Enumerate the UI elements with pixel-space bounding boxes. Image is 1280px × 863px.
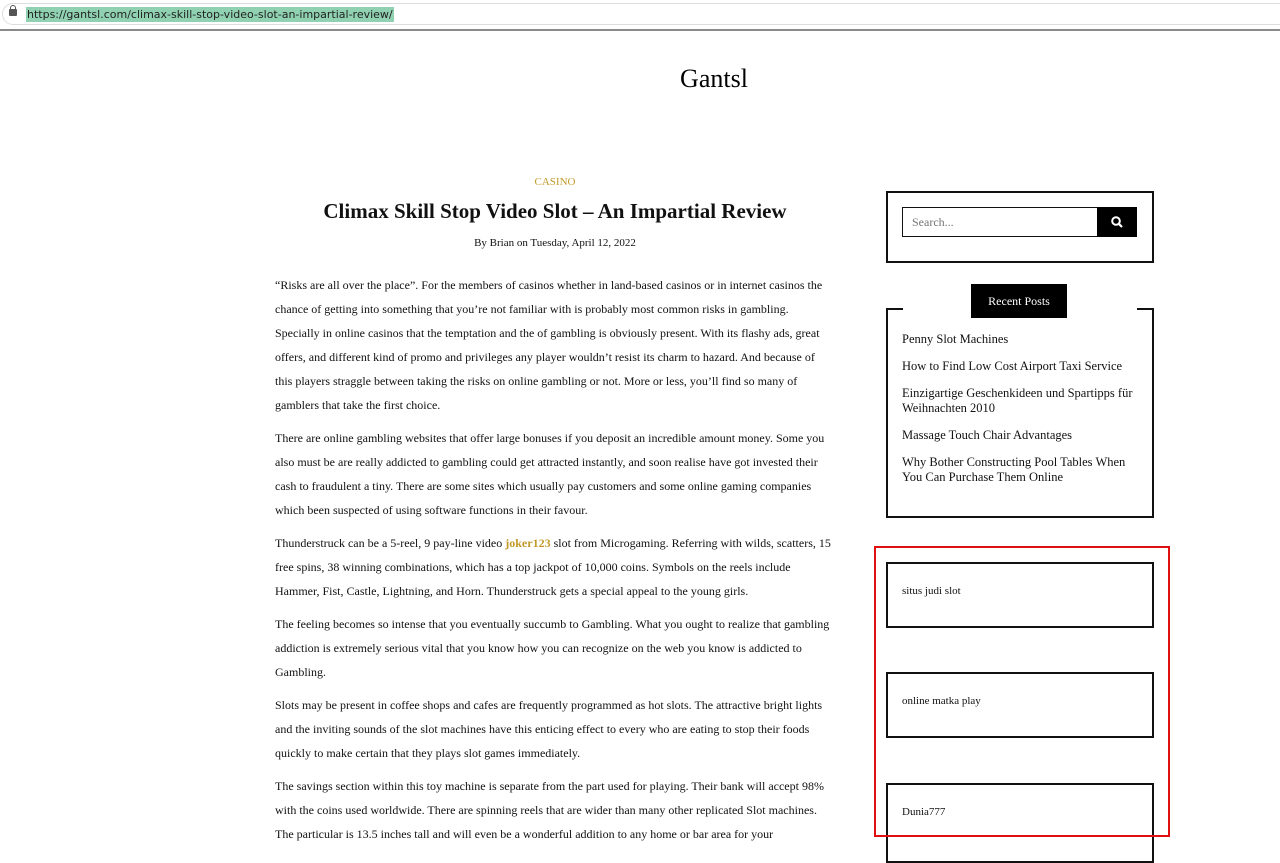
- recent-post-link[interactable]: Einzigartige Geschenkideen und Spartipps…: [902, 386, 1138, 416]
- recent-posts-heading: Recent Posts: [971, 284, 1067, 318]
- paragraph: Slots may be present in coffee shops and…: [275, 698, 823, 760]
- post-category[interactable]: Casino: [275, 176, 835, 188]
- text: Thunderstruck can be a 5-reel, 9 pay-lin…: [275, 536, 506, 550]
- recent-post-link[interactable]: Why Bother Constructing Pool Tables When…: [902, 455, 1138, 485]
- recent-posts-widget: Penny Slot Machines How to Find Low Cost…: [886, 308, 1154, 518]
- search-icon: [1111, 216, 1123, 228]
- post-title: Climax Skill Stop Video Slot – An Impart…: [323, 199, 787, 223]
- search-button[interactable]: [1097, 207, 1137, 237]
- recent-post-link[interactable]: How to Find Low Cost Airport Taxi Servic…: [902, 359, 1138, 374]
- highlight-annotation: [874, 546, 1170, 837]
- search-input[interactable]: [902, 207, 1098, 237]
- site-title[interactable]: Gantsl: [0, 64, 1280, 94]
- paragraph: The savings section within this toy mach…: [275, 779, 824, 841]
- paragraph: “Risks are all over the place”. For the …: [275, 278, 823, 412]
- lock-icon: [9, 5, 17, 16]
- paragraph: There are online gambling websites that …: [275, 431, 825, 517]
- url-text[interactable]: https://gantsl.com/climax-skill-stop-vid…: [26, 7, 394, 22]
- paragraph: Thunderstruck can be a 5-reel, 9 pay-lin…: [275, 531, 831, 603]
- paragraph: The feeling becomes so intense that you …: [275, 617, 830, 679]
- recent-post-link[interactable]: Penny Slot Machines: [902, 332, 1138, 347]
- post-meta: By Brian on Tuesday, April 12, 2022: [474, 237, 636, 249]
- recent-post-link[interactable]: Massage Touch Chair Advantages: [902, 428, 1138, 443]
- post-content: “Risks are all over the place”. For the …: [275, 273, 831, 855]
- search-widget: [886, 191, 1154, 263]
- joker123-link[interactable]: joker123: [505, 536, 550, 550]
- address-bar[interactable]: https://gantsl.com/climax-skill-stop-vid…: [0, 0, 1280, 31]
